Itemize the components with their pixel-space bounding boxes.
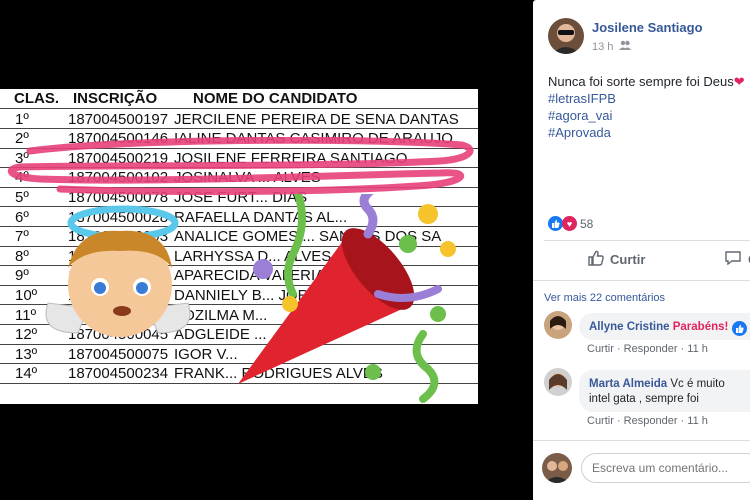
post-photo[interactable]: CLAS. INSCRIÇÃO NOME DO CANDIDATO 1º 1870… [0,89,478,404]
header-clas: CLAS. [14,90,59,107]
post-text: Nunca foi sorte sempre foi Deus❤ #letras… [548,73,748,141]
like-reaction-icon [548,216,563,231]
comment-text: Parabéns! [672,321,729,333]
comment-like-link[interactable]: Curtir [587,415,614,427]
row-ins: 187004500234 [68,365,169,383]
friends-icon [619,40,632,53]
post-meta: 13 h [592,40,632,53]
commenter-avatar[interactable] [544,311,572,339]
post-side-panel: Josilene Santiago 13 h Nunca foi sorte s… [533,0,750,500]
comment-time[interactable]: 11 h [687,415,708,427]
comment-bubble: Marta Almeida Vc é muito intel gata , se… [579,370,750,412]
reaction-count: 58 [580,216,594,231]
comment-actions: Curtir · Responder · 11 h [587,343,708,355]
angel-emoji-icon [45,205,191,337]
photo-viewer: CLAS. INSCRIÇÃO NOME DO CANDIDATO 1º 1870… [0,0,750,500]
row-pos: 1º [15,110,29,128]
comment-reply-link[interactable]: Responder [624,415,678,427]
photo-table-header: CLAS. INSCRIÇÃO NOME DO CANDIDATO [14,90,357,107]
hashtag-agora-vai[interactable]: #agora_vai [548,107,748,124]
like-button[interactable]: Curtir [588,250,645,269]
commenter-name[interactable]: Allyne Cristine [589,321,670,333]
hashtag-aprovada[interactable]: #Aprovada [548,124,748,141]
party-popper-icon [238,194,456,403]
header-inscricao: INSCRIÇÃO [73,90,158,107]
comment-time[interactable]: 11 h [687,343,708,355]
commenter-name[interactable]: Marta Almeida [589,378,667,390]
like-label: Curtir [610,252,646,267]
row-pos: 14º [15,365,38,383]
thumbs-up-icon [588,250,604,269]
post-time[interactable]: 13 h [592,41,613,53]
hashtag-letrasifpb[interactable]: #letrasIFPB [548,90,748,107]
author-avatar[interactable] [548,18,584,54]
header-nome: NOME DO CANDIDATO [193,90,358,107]
photo-area[interactable]: CLAS. INSCRIÇÃO NOME DO CANDIDATO 1º 1870… [0,0,533,500]
current-user-avatar [542,453,572,483]
photo-table-row: 1º 187004500197 JERCILENE PEREIRA DE SENA … [0,109,478,129]
comment-like-reaction-icon [732,321,747,336]
row-ins: 187004500197 [68,110,169,128]
comment-bubble: Allyne Cristine Parabéns! [579,313,750,340]
reaction-summary[interactable]: ♥ 58 [548,216,593,231]
row-pos: 13º [15,345,38,363]
comment-like-link[interactable]: Curtir [587,343,614,355]
post-text-line: Nunca foi sorte sempre foi Deus [548,74,734,89]
comment-actions: Curtir · Responder · 11 h [587,415,708,427]
view-more-comments-link[interactable]: Ver mais 22 comentários [544,292,665,304]
comment-input[interactable] [581,453,750,483]
row-nome: JERCILENE PEREIRA DE SENA DANTAS [174,110,459,128]
heart-emoji-icon: ❤ [733,74,745,89]
row-ins: 187004500075 [68,345,169,363]
comment-reply-link[interactable]: Responder [624,343,678,355]
author-name[interactable]: Josilene Santiago [592,20,703,35]
comment-icon [724,250,742,269]
comment-composer [533,440,750,500]
love-reaction-icon: ♥ [562,216,577,231]
commenter-avatar[interactable] [544,368,572,396]
comment-button[interactable]: C [724,250,750,269]
